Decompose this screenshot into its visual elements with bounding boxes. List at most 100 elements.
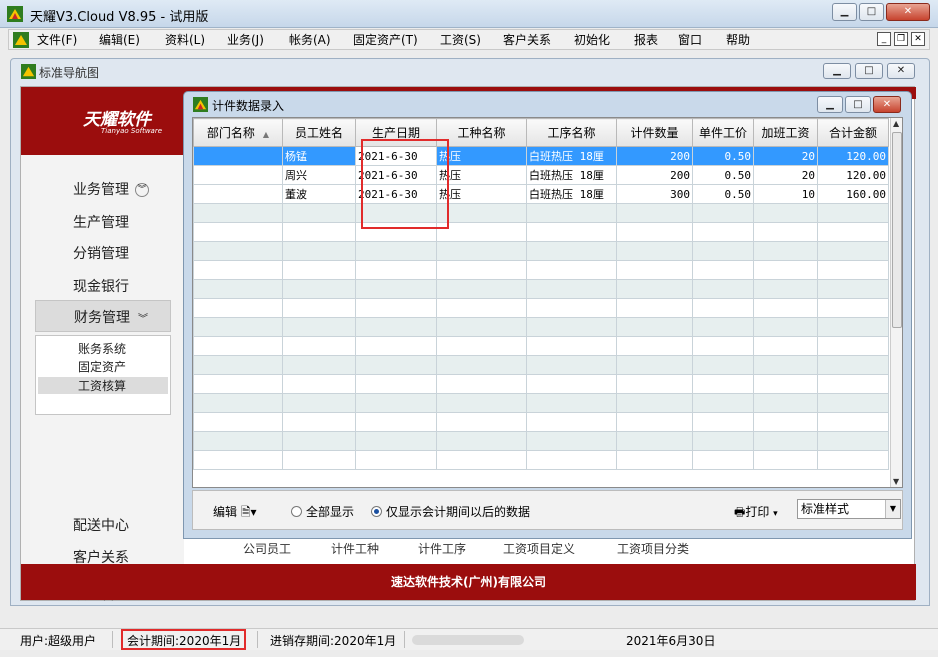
nav-minimize-button[interactable]: ▁ [823, 63, 851, 79]
cell-dept[interactable] [193, 412, 283, 432]
menu-business[interactable]: 业务(J) [227, 32, 289, 48]
cell-employee[interactable] [282, 298, 356, 318]
cell-employee[interactable] [282, 336, 356, 356]
mdi-minimize-button[interactable]: _ [877, 32, 891, 46]
cell-dept[interactable] [193, 203, 283, 223]
cell-quantity[interactable] [616, 203, 693, 223]
sub-item-ledger[interactable]: 账务系统 [78, 340, 126, 357]
cell-employee[interactable] [282, 355, 356, 375]
nav-maximize-button[interactable]: □ [855, 63, 883, 79]
table-row[interactable] [193, 412, 889, 432]
table-row[interactable] [193, 431, 889, 451]
cell-quantity[interactable]: 200 [616, 165, 693, 185]
menu-customer[interactable]: 客户关系 [503, 32, 574, 48]
table-row[interactable] [193, 317, 889, 337]
cell-process[interactable] [526, 355, 617, 375]
cell-work-type[interactable] [436, 203, 527, 223]
cell-dept[interactable] [193, 279, 283, 299]
cell-employee[interactable]: 杨锰 [282, 146, 356, 166]
nav-item-production[interactable]: 生产管理 [73, 212, 129, 232]
cell-total[interactable] [817, 336, 889, 356]
cell-total[interactable] [817, 431, 889, 451]
cell-work-type[interactable] [436, 374, 527, 394]
cell-employee[interactable] [282, 222, 356, 242]
cell-dept[interactable] [193, 393, 283, 413]
cell-overtime[interactable] [753, 393, 818, 413]
cell-unit-price[interactable] [692, 317, 754, 337]
cell-quantity[interactable] [616, 412, 693, 432]
mdi-restore-button[interactable]: ❐ [894, 32, 908, 46]
table-row[interactable] [193, 279, 889, 299]
mdi-close-button[interactable]: ✕ [911, 32, 925, 46]
cell-employee[interactable] [282, 393, 356, 413]
col-header-work-type[interactable]: 工种名称 [436, 118, 527, 147]
cell-employee[interactable] [282, 374, 356, 394]
cell-quantity[interactable] [616, 279, 693, 299]
cell-employee[interactable] [282, 317, 356, 337]
cell-dept[interactable] [193, 146, 283, 166]
cell-process[interactable] [526, 203, 617, 223]
cell-dept[interactable] [193, 317, 283, 337]
cell-employee[interactable]: 董波 [282, 184, 356, 204]
link-piece-work-type[interactable]: 计件工种 [331, 540, 379, 557]
cell-work-type[interactable] [436, 450, 527, 470]
col-header-dept[interactable]: 部门名称 ▲ [193, 118, 283, 147]
table-row[interactable] [193, 450, 889, 470]
col-header-unit-price[interactable]: 单件工价 [692, 118, 754, 147]
cell-overtime[interactable] [753, 412, 818, 432]
scroll-down-icon[interactable]: ▼ [893, 477, 899, 486]
cell-total[interactable] [817, 298, 889, 318]
cell-employee[interactable] [282, 450, 356, 470]
table-row[interactable] [193, 374, 889, 394]
cell-total[interactable] [817, 203, 889, 223]
cell-process[interactable] [526, 374, 617, 394]
col-header-total[interactable]: 合计金额 [817, 118, 889, 147]
cell-quantity[interactable] [616, 374, 693, 394]
cell-date[interactable] [355, 241, 437, 261]
table-row[interactable] [193, 355, 889, 375]
cell-date[interactable] [355, 260, 437, 280]
cell-employee[interactable] [282, 412, 356, 432]
cell-dept[interactable] [193, 374, 283, 394]
cell-unit-price[interactable] [692, 393, 754, 413]
cell-total[interactable] [817, 222, 889, 242]
cell-unit-price[interactable]: 0.50 [692, 184, 754, 204]
vertical-scrollbar[interactable]: ▲ ▼ [890, 118, 902, 487]
cell-dept[interactable] [193, 336, 283, 356]
cell-total[interactable] [817, 412, 889, 432]
table-row[interactable] [193, 298, 889, 318]
cell-unit-price[interactable] [692, 355, 754, 375]
cell-work-type[interactable] [436, 260, 527, 280]
cell-total[interactable] [817, 374, 889, 394]
cell-work-type[interactable] [436, 393, 527, 413]
cell-dept[interactable] [193, 298, 283, 318]
menu-data[interactable]: 资料(L) [165, 32, 227, 48]
cell-overtime[interactable] [753, 374, 818, 394]
cell-work-type[interactable]: 热压 [436, 184, 527, 204]
cell-work-type[interactable] [436, 222, 527, 242]
cell-work-type[interactable] [436, 412, 527, 432]
table-row[interactable]: 周兴 2021-6-30 热压 白班热压 18厘 200 0.50 20 120.00 [193, 165, 889, 185]
cell-process[interactable] [526, 317, 617, 337]
cell-overtime[interactable] [753, 260, 818, 280]
cell-date[interactable] [355, 355, 437, 375]
col-header-process[interactable]: 工序名称 [526, 118, 617, 147]
table-row[interactable] [193, 393, 889, 413]
cell-total[interactable]: 120.00 [817, 165, 889, 185]
cell-unit-price[interactable] [692, 336, 754, 356]
cell-dept[interactable] [193, 184, 283, 204]
cell-overtime[interactable] [753, 317, 818, 337]
menu-salary[interactable]: 工资(S) [440, 32, 503, 48]
minimize-button[interactable]: ▁ [832, 3, 857, 21]
menu-file[interactable]: 文件(F) [37, 32, 99, 48]
cell-dept[interactable] [193, 260, 283, 280]
cell-employee[interactable]: 周兴 [282, 165, 356, 185]
radio-show-after-period[interactable]: 仅显示会计期间以后的数据 [371, 503, 530, 520]
cell-total[interactable]: 160.00 [817, 184, 889, 204]
nav-item-business[interactable]: 业务管理 ︾ [73, 179, 149, 199]
cell-work-type[interactable] [436, 241, 527, 261]
cell-process[interactable]: 白班热压 18厘 [526, 146, 617, 166]
cell-date[interactable] [355, 374, 437, 394]
cell-overtime[interactable]: 20 [753, 165, 818, 185]
cell-process[interactable] [526, 260, 617, 280]
